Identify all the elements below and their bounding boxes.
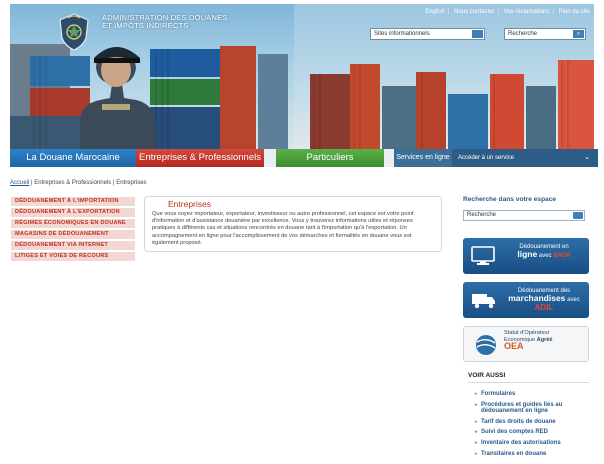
promo-adil-avec: avec — [567, 297, 580, 303]
nav-entreprises-professionnels[interactable]: Entreprises & Professionnels — [136, 149, 264, 167]
services-select-value: Accéder à un service — [458, 155, 515, 161]
breadcrumb: Accueil | Entreprises & Professionnels |… — [10, 180, 147, 186]
header-search-input[interactable]: Recherche ⌕ — [504, 28, 586, 40]
search-icon[interactable]: ⌕ — [573, 30, 584, 38]
breadcrumb-home[interactable]: Accueil — [10, 180, 29, 186]
site-name-line2: ET IMPÔTS INDIRECTS — [102, 21, 189, 30]
promo-adil[interactable]: Dédouanement des marchandises avec ADIL — [463, 282, 589, 318]
site-name: ADMINISTRATION DES DOUANES ET IMPÔTS IND… — [102, 14, 228, 30]
services-en-ligne-label: Services en ligne — [394, 149, 452, 167]
voir-aussi: VOIR AUSSI Formulaires Procédures et gui… — [463, 372, 589, 461]
promo-oea-brand: OEA — [504, 341, 524, 351]
link-sitemap[interactable]: Plan du site — [559, 9, 590, 15]
nav-divider — [264, 149, 276, 167]
banner-photo — [10, 44, 594, 149]
space-search-input[interactable]: Recherche — [463, 210, 585, 221]
header-banner: ADMINISTRATION DES DOUANES ET IMPÔTS IND… — [10, 4, 594, 149]
menu-item-magasins[interactable]: MAGASINS DE DÉDOUANEMENT — [11, 230, 135, 239]
header-search-placeholder: Recherche — [508, 31, 538, 37]
globe-icon — [476, 335, 496, 355]
voir-aussi-list: Formulaires Procédures et guides liés au… — [475, 391, 589, 457]
menu-item-internet[interactable]: DÉDOUANEMENT VIA INTERNET — [11, 241, 135, 250]
chevron-down-icon: ⌄ — [584, 154, 590, 161]
right-column: Recherche dans votre espace Recherche Dé… — [458, 196, 594, 457]
page-title: Entreprises — [168, 199, 211, 209]
sites-select[interactable]: Sites informationnels — [370, 28, 485, 40]
voir-aussi-item-procedures[interactable]: Procédures et guides liés au dédouanemen… — [475, 402, 589, 415]
link-reclamations[interactable]: Vos réclamations — [504, 9, 550, 15]
menu-item-importation[interactable]: DÉDOUANEMENT À L'IMPORTATION — [11, 197, 135, 206]
breadcrumb-level1[interactable]: Entreprises & Professionnels — [34, 180, 111, 186]
promo-adil-text: Dédouanement des marchandises avec ADIL — [501, 288, 587, 312]
breadcrumb-current: Entreprises — [116, 180, 147, 186]
voir-aussi-item-red[interactable]: Suivi des comptes RED — [475, 429, 589, 436]
menu-item-litiges[interactable]: LITIGES ET VOIES DE RECOURS — [11, 252, 135, 261]
promo-oea-text: Statut d'Opérateur Economique Agréé OEA — [504, 330, 553, 350]
monitor-icon — [471, 246, 495, 265]
promo-badr-text: Dédouanement en ligne avec BADR — [501, 244, 587, 260]
intro-text: Que vous soyez importateur, exportateur,… — [152, 211, 414, 246]
voir-aussi-item-transitaires[interactable]: Transitaires en douane — [475, 451, 589, 458]
voir-aussi-title: VOIR AUSSI — [468, 372, 589, 383]
voir-aussi-item-autorisations[interactable]: Inventaire des autorisations — [475, 440, 589, 447]
nav-divider — [384, 149, 394, 167]
voir-aussi-item-tarif[interactable]: Tarif des droits de douane — [475, 419, 589, 426]
promo-badr-line2: ligne — [517, 249, 538, 259]
voir-aussi-item-formulaires[interactable]: Formulaires — [475, 391, 589, 398]
top-links: English | Nous contacter | Vos réclamation… — [425, 9, 590, 15]
promo-badr-line1: Dédouanement en — [519, 244, 569, 250]
nav-la-douane-marocaine[interactable]: La Douane Marocaine — [10, 149, 136, 167]
promo-adil-brand: ADIL — [534, 303, 554, 312]
customs-seal-logo — [59, 13, 89, 51]
promo-oea[interactable]: Statut d'Opérateur Economique Agréé OEA — [463, 326, 589, 362]
space-search-title: Recherche dans votre espace — [463, 196, 557, 203]
services-select[interactable]: Accéder à un service ⌄ — [452, 149, 598, 167]
chevron-down-icon — [472, 30, 483, 38]
main-nav: La Douane Marocaine Entreprises & Profes… — [10, 149, 598, 167]
nav-particuliers[interactable]: Particuliers — [276, 149, 384, 167]
promo-adil-line2: marchandises — [508, 293, 566, 303]
truck-icon — [472, 294, 495, 309]
promo-oea-line2b: Agréé — [536, 336, 553, 343]
search-icon[interactable] — [573, 212, 583, 219]
menu-item-regimes[interactable]: RÉGIMES ÉCONOMIQUES EN DOUANE — [11, 219, 135, 228]
left-menu: DÉDOUANEMENT À L'IMPORTATION DÉDOUANEMEN… — [11, 197, 135, 263]
sites-select-value: Sites informationnels — [374, 31, 430, 37]
link-contact[interactable]: Nous contacter — [454, 9, 494, 15]
promo-badr[interactable]: Dédouanement en ligne avec BADR — [463, 238, 589, 274]
promo-badr-avec: avec — [538, 253, 552, 259]
link-english[interactable]: English — [425, 9, 445, 15]
space-search-placeholder: Recherche — [467, 212, 497, 218]
promo-badr-brand: BADR — [553, 253, 571, 259]
menu-item-exportation[interactable]: DÉDOUANEMENT À L'EXPORTATION — [11, 208, 135, 217]
